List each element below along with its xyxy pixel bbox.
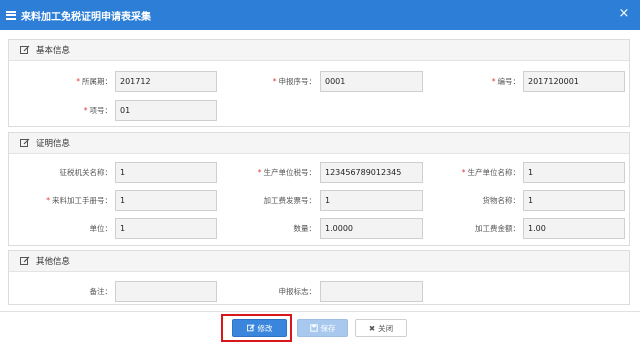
close-x-icon: ✖: [368, 323, 376, 333]
highlight-box: [221, 314, 292, 342]
period-label: * 所属期：: [76, 77, 112, 86]
unit-label: 单位：: [89, 224, 113, 233]
unit-input[interactable]: 1: [115, 218, 217, 239]
edit-icon: [20, 45, 30, 54]
remark-label: 备注：: [89, 287, 113, 296]
handbook-no-input[interactable]: 1: [115, 190, 217, 211]
seq-input[interactable]: 0001: [320, 71, 423, 92]
menu-icon: [6, 10, 17, 20]
save-icon: [309, 324, 318, 332]
declare-flag-input[interactable]: [320, 281, 423, 302]
tax-authority-input[interactable]: 1: [115, 162, 217, 183]
item-label: * 项号：: [83, 106, 112, 115]
close-icon[interactable]: ×: [617, 7, 631, 21]
close-button[interactable]: ✖ 关闭: [355, 319, 407, 337]
remark-input[interactable]: [115, 281, 217, 302]
fee-amount-input[interactable]: 1.00: [523, 218, 625, 239]
producer-name-input[interactable]: 1: [523, 162, 625, 183]
section-other-header: 其他信息: [9, 251, 629, 272]
section-cert-header: 证明信息: [9, 133, 629, 154]
edit-icon: [20, 138, 30, 147]
handbook-no-label: * 来料加工手册号：: [46, 196, 112, 205]
goods-name-label: 货物名称：: [482, 196, 521, 205]
number-input[interactable]: 2017120001: [523, 71, 625, 92]
tax-authority-label: 征税机关名称：: [59, 168, 113, 177]
goods-name-input[interactable]: 1: [523, 190, 625, 211]
quantity-input[interactable]: 1.0000: [320, 218, 423, 239]
footer-divider: [0, 311, 640, 312]
declare-flag-label: 申报标志：: [278, 287, 317, 296]
producer-tax-no-label: * 生产单位税号：: [257, 168, 316, 177]
edit-icon: [20, 256, 30, 265]
invoice-no-label: 加工费发票号：: [263, 196, 317, 205]
fee-amount-label: 加工费金额：: [475, 224, 520, 233]
save-button-label: 保存: [320, 323, 336, 333]
number-label: * 编号：: [491, 77, 520, 86]
item-input[interactable]: 01: [115, 100, 217, 121]
save-button[interactable]: 保存: [297, 319, 348, 337]
dialog-titlebar: 来料加工免税证明申请表采集 ×: [0, 0, 640, 30]
period-input[interactable]: 201712: [115, 71, 217, 92]
invoice-no-input[interactable]: 1: [320, 190, 423, 211]
section-basic-header: 基本信息: [9, 40, 629, 61]
section-cert-title: 证明信息: [36, 139, 71, 149]
producer-name-label: * 生产单位名称：: [461, 168, 520, 177]
dialog-title: 来料加工免税证明申请表采集: [21, 11, 151, 23]
section-basic-title: 基本信息: [36, 46, 71, 56]
seq-label: * 申报序号：: [272, 77, 316, 86]
producer-tax-no-input[interactable]: 123456789012345: [320, 162, 423, 183]
close-button-label: 关闭: [378, 323, 394, 333]
section-other-title: 其他信息: [36, 257, 71, 267]
quantity-label: 数量：: [293, 224, 317, 233]
